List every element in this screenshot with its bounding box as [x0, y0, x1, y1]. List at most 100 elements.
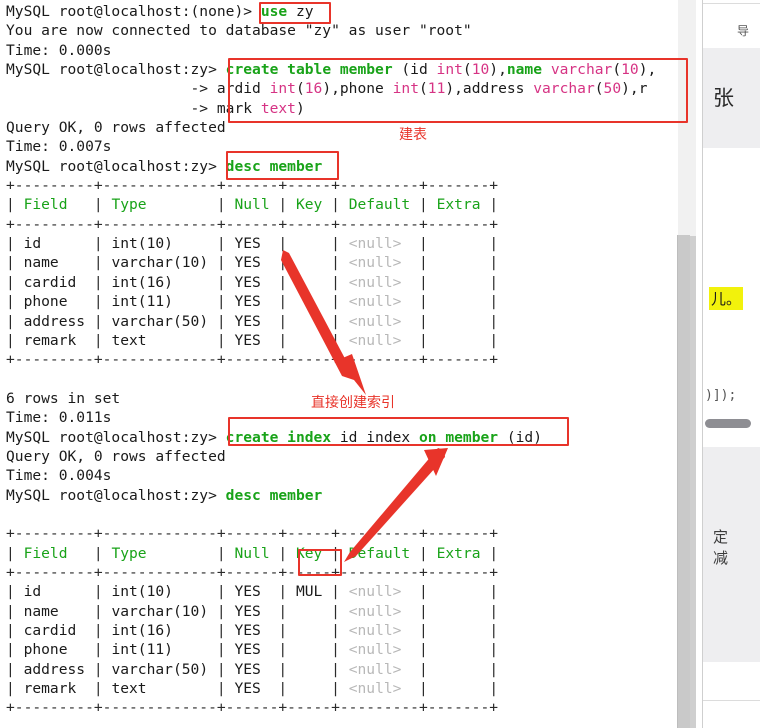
column-header-type: Type — [111, 196, 217, 214]
cell-field: phone — [23, 641, 94, 659]
cell-sep: | — [489, 544, 499, 562]
cell-type: varchar(10) — [111, 254, 217, 272]
desc2-header-row: | Field | Type | Null | Key | Default | … — [6, 544, 690, 563]
cell-default: <null> — [348, 602, 420, 620]
cell-sep: | — [93, 622, 112, 639]
table-row: | address | varchar(50) | YES | | <null>… — [6, 312, 690, 331]
column-header-field: Field — [23, 196, 94, 214]
table-row: | id | int(10) | YES | | <null> | | — [6, 234, 690, 253]
rp-divider-2 — [703, 700, 760, 701]
cell-extra — [437, 332, 490, 349]
cell-sep: | — [216, 544, 235, 562]
cell-key — [296, 622, 331, 639]
cell-sep: | — [93, 254, 112, 272]
rp-big-char: 张 — [713, 86, 734, 110]
cell-sep: | — [331, 641, 349, 659]
rp-white-block-1 — [703, 148, 760, 280]
cell-extra — [437, 641, 490, 658]
cell-sep: | — [93, 602, 112, 620]
cell-key — [296, 332, 331, 349]
desc-member-cmd-1: desc member — [225, 157, 323, 175]
cell-null: YES — [234, 602, 279, 620]
cell-sep: | — [6, 641, 24, 659]
cell-default: <null> — [348, 660, 420, 678]
cell-field: name — [23, 602, 94, 620]
cell-sep: | — [419, 622, 437, 639]
cell-key — [296, 293, 331, 310]
cell-sep: | — [216, 293, 235, 311]
cell-sep: | — [419, 331, 437, 349]
cell-sep: | — [278, 660, 296, 678]
table-row: | name | varchar(10) | YES | | <null> | … — [6, 602, 690, 621]
continuation-prompt-2: -> — [6, 99, 217, 117]
prompt-none: MySQL root@localhost:(none)> — [6, 3, 253, 20]
space3 — [217, 61, 226, 78]
cell-extra — [437, 235, 490, 252]
cell-field: address — [23, 660, 94, 678]
cell-sep: | — [419, 293, 437, 311]
space6 — [217, 487, 226, 504]
terminal-scrollbar-thumb[interactable] — [677, 235, 690, 728]
cell-sep: | — [6, 254, 24, 272]
desc2-border-bottom: +---------+-------------+------+-----+--… — [6, 699, 499, 717]
cell-type: varchar(50) — [111, 660, 217, 678]
terminal-line-query-ok-1: Query OK, 0 rows affected — [6, 119, 226, 137]
terminal-scrollbar-track[interactable] — [677, 0, 690, 728]
cell-sep: | — [419, 602, 437, 620]
rp-white-block-2 — [703, 310, 760, 380]
cell-sep: | — [489, 583, 499, 601]
cell-sep: | — [6, 680, 24, 698]
cell-field: id — [23, 235, 94, 253]
cell-sep: | — [6, 583, 24, 601]
cell-null: YES — [234, 273, 279, 291]
cell-extra — [437, 583, 490, 600]
cell-sep: | — [216, 235, 235, 253]
cell-type: int(10) — [111, 583, 217, 601]
desc-member-cmd-2: desc member — [225, 486, 323, 504]
cell-extra — [437, 622, 490, 639]
cell-field: cardid — [23, 273, 94, 291]
cell-key — [296, 274, 331, 291]
cell-sep: | — [216, 273, 235, 291]
cell-field: id — [23, 583, 94, 601]
cell-sep: | — [216, 660, 235, 678]
cell-sep: | — [419, 641, 437, 659]
right-panel-scrollbar-thumb[interactable] — [705, 419, 751, 428]
cell-sep: | — [6, 312, 24, 330]
column-header-field: Field — [23, 544, 94, 562]
cell-type: int(11) — [111, 641, 217, 659]
table-row: | address | varchar(50) | YES | | <null>… — [6, 660, 690, 679]
right-document-panel[interactable]: 导 张 儿。 )]); 定 减 — [702, 0, 760, 728]
cell-extra — [437, 274, 490, 291]
cell-sep: | — [419, 235, 437, 253]
blank-1 — [6, 370, 690, 389]
cell-sep: | — [6, 660, 24, 678]
cell-field: remark — [23, 331, 94, 349]
rp-top-white — [703, 0, 760, 47]
cell-sep: | — [278, 641, 296, 659]
cell-sep: | — [93, 312, 112, 330]
prompt-zy-2: MySQL root@localhost:zy> — [6, 157, 217, 175]
cell-sep: | — [93, 544, 112, 562]
cell-null: YES — [234, 293, 279, 311]
table-row: | name | varchar(10) | YES | | <null> | … — [6, 253, 690, 272]
column-header-default: Default — [348, 196, 420, 214]
table-row: | remark | text | YES | | <null> | | — [6, 679, 690, 698]
cell-sep: | — [489, 196, 499, 214]
index-target: (id) — [498, 428, 542, 446]
terminal-line-create-table-1: MySQL root@localhost:zy> create table me… — [6, 60, 690, 79]
cmd-use-keyword: use — [260, 3, 288, 20]
cell-sep: | — [278, 331, 296, 349]
mysql-terminal-panel[interactable]: MySQL root@localhost:(none)> use zy You … — [0, 0, 690, 728]
cell-sep: | — [278, 312, 296, 330]
table-row: | phone | int(11) | YES | | <null> | | — [6, 640, 690, 659]
continuation-prompt-1: -> — [6, 80, 217, 98]
cell-key — [296, 313, 331, 330]
rp-divider-1 — [703, 3, 760, 4]
cell-type: text — [111, 331, 217, 349]
cell-sep: | — [489, 235, 499, 253]
cell-sep: | — [6, 293, 24, 311]
terminal-line-desc-member-2: MySQL root@localhost:zy> desc member — [6, 486, 690, 505]
cell-sep: | — [331, 544, 349, 562]
table-row: | cardid | int(16) | YES | | <null> | | — [6, 273, 690, 292]
